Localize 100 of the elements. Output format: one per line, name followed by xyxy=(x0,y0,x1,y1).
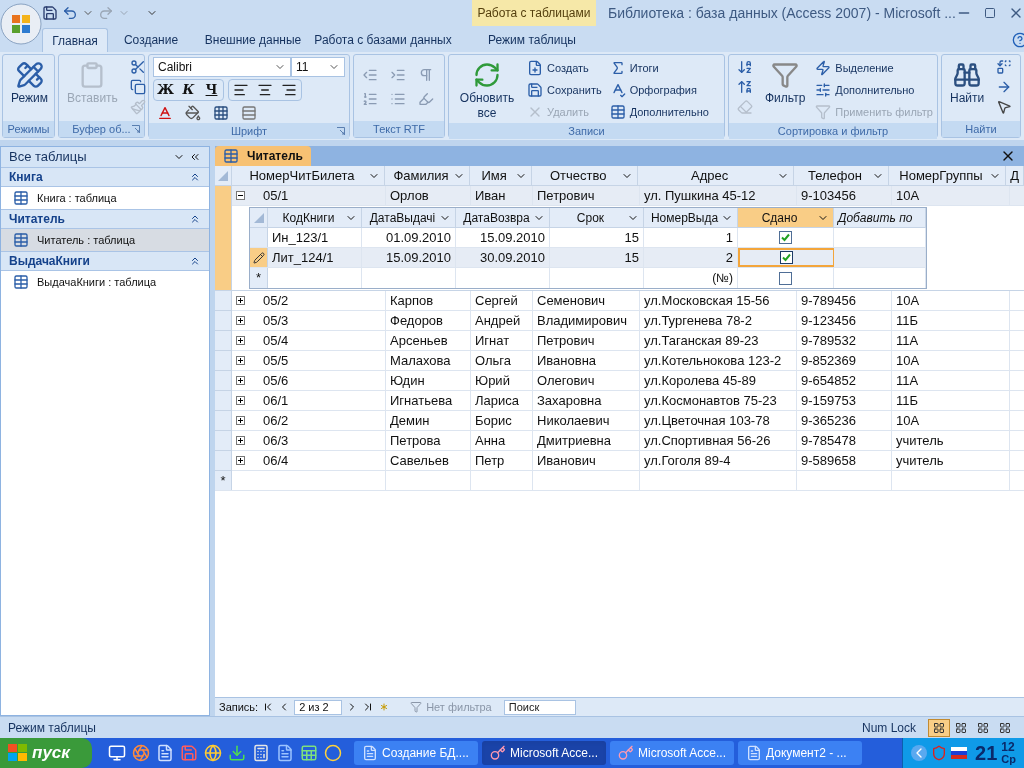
taskbar-button[interactable]: Создание БД.... xyxy=(354,741,478,765)
text-style-button[interactable]: Ж xyxy=(154,80,177,100)
text-style-button[interactable]: К xyxy=(177,80,200,100)
ribbon-tab[interactable]: Создание xyxy=(108,28,194,52)
view-button[interactable] xyxy=(928,718,950,737)
find-button[interactable]: Найти xyxy=(946,57,989,106)
sort-ascending-icon[interactable] xyxy=(737,59,753,75)
row-selector[interactable] xyxy=(250,248,268,267)
column-header[interactable]: Добавить по xyxy=(834,208,926,227)
taskbar-button[interactable]: Документ2 - ... xyxy=(738,741,862,765)
collapse-group-icon[interactable] xyxy=(189,255,201,267)
replace-icon[interactable] xyxy=(996,59,1013,75)
expand-icon[interactable] xyxy=(236,456,245,465)
expand-icon[interactable] xyxy=(236,436,245,445)
ribbon-tab[interactable]: Внешние данные xyxy=(194,28,312,52)
ribbon-tab[interactable]: Главная xyxy=(42,28,108,52)
key-icon xyxy=(618,745,634,761)
bullet-list-icon[interactable] xyxy=(390,91,406,107)
column-header[interactable]: Телефон xyxy=(794,166,889,185)
font-select[interactable]: Calibri xyxy=(153,57,291,77)
advanced-filter-button[interactable]: Дополнительно xyxy=(813,79,917,101)
column-header[interactable]: НомерЧитБилета xyxy=(231,166,386,185)
view-mode-button[interactable]: Режим xyxy=(7,57,52,106)
numbered-list-icon[interactable] xyxy=(362,91,378,107)
save-record-button[interactable]: Сохранить xyxy=(525,79,604,101)
dialog-launcher-icon[interactable] xyxy=(337,127,345,135)
start-button[interactable]: пуск xyxy=(0,738,92,768)
record-position-field[interactable]: 2 из 2 xyxy=(294,699,343,715)
taskbar-button[interactable]: Microsoft Acce... xyxy=(482,741,606,765)
column-header[interactable]: Д xyxy=(1006,166,1024,185)
fill-color-icon[interactable] xyxy=(185,105,201,121)
column-header[interactable]: Срок xyxy=(550,208,644,227)
show-hidden-icons[interactable] xyxy=(911,745,928,761)
highlighter-icon[interactable] xyxy=(418,91,434,107)
save-icon[interactable] xyxy=(42,5,58,21)
table-cell-text: 05/4 xyxy=(263,331,289,350)
cut-icon[interactable] xyxy=(129,59,146,75)
checkbox[interactable] xyxy=(779,231,792,244)
search-field[interactable]: Поиск xyxy=(503,699,576,715)
column-header[interactable]: Фамилия xyxy=(385,166,470,185)
expand-icon[interactable] xyxy=(236,376,245,385)
expand-icon[interactable] xyxy=(236,296,245,305)
collapse-pane-icon[interactable] xyxy=(189,151,201,163)
column-header[interactable]: Имя xyxy=(469,166,532,185)
column-header[interactable]: НомерГруппы xyxy=(888,166,1007,185)
ribbon-tab[interactable]: Работа с базами данных xyxy=(312,28,454,52)
expand-icon[interactable] xyxy=(236,316,245,325)
alternate-rows-icon[interactable] xyxy=(241,105,257,121)
nav-item[interactable]: Читатель : таблица xyxy=(1,229,209,251)
spelling-button[interactable]: Орфография xyxy=(607,79,699,101)
document-tab[interactable]: Читатель xyxy=(215,146,311,166)
nav-item[interactable]: Книга : таблица xyxy=(1,187,209,209)
align-left-icon[interactable] xyxy=(233,82,249,98)
table-cell-text: Иванович xyxy=(537,451,596,470)
nav-group-header[interactable]: Книга xyxy=(9,168,43,186)
redo-icon[interactable] xyxy=(98,5,114,21)
collapse-group-icon[interactable] xyxy=(189,213,201,225)
align-center-icon[interactable] xyxy=(257,82,273,98)
column-header[interactable]: ДатаВозвра xyxy=(456,208,550,227)
undo-icon[interactable] xyxy=(62,5,78,21)
column-header[interactable]: Адрес xyxy=(638,166,795,185)
filter-button[interactable]: Фильтр xyxy=(761,57,810,106)
help-icon[interactable] xyxy=(1011,32,1024,48)
font-size-select[interactable]: 11 xyxy=(291,57,345,77)
dialog-launcher-icon[interactable] xyxy=(132,125,140,133)
collapse-group-icon[interactable] xyxy=(189,171,201,183)
sort-descending-icon[interactable] xyxy=(737,79,753,95)
pilcrow-icon[interactable] xyxy=(418,67,434,83)
pointer-icon[interactable] xyxy=(996,99,1013,115)
copy-icon[interactable] xyxy=(129,79,146,95)
nav-item[interactable]: ВыдачаКниги : таблица xyxy=(1,271,209,293)
font-color-icon[interactable] xyxy=(157,105,173,121)
column-header[interactable]: ДатаВыдачі xyxy=(362,208,456,227)
align-right-icon[interactable] xyxy=(281,82,297,98)
column-header[interactable]: КодКниги xyxy=(268,208,362,227)
table-cell: 15.09.2010 xyxy=(456,228,550,247)
table-cell-text: Игнатьева xyxy=(390,391,453,410)
taskbar-button[interactable]: Microsoft Acce... xyxy=(610,741,734,765)
collapse-icon[interactable] xyxy=(236,191,245,200)
totals-button[interactable]: Итоги xyxy=(607,57,661,79)
more-button[interactable]: Дополнительно xyxy=(607,101,711,123)
indent-increase-icon[interactable] xyxy=(390,67,406,83)
checkbox[interactable] xyxy=(779,271,792,285)
expand-icon[interactable] xyxy=(236,356,245,365)
office-button[interactable] xyxy=(0,3,42,45)
gridlines-icon[interactable] xyxy=(213,105,229,121)
ribbon-tab[interactable]: Режим таблицы xyxy=(470,28,594,52)
expand-icon[interactable] xyxy=(236,416,245,425)
column-header[interactable]: Сдано xyxy=(738,208,834,227)
selection-button[interactable]: Выделение xyxy=(813,57,896,79)
refresh-button[interactable]: Обновить все xyxy=(453,57,521,121)
expand-icon[interactable] xyxy=(236,336,245,345)
checkbox[interactable] xyxy=(780,251,793,264)
flag-icon[interactable] xyxy=(951,747,968,759)
text-style-button[interactable]: Ч xyxy=(200,80,223,100)
indent-decrease-icon[interactable] xyxy=(362,67,378,83)
new-record-button[interactable]: Создать xyxy=(525,57,591,79)
restore-icon[interactable] xyxy=(983,7,996,19)
column-header[interactable]: Отчество xyxy=(531,166,638,185)
expand-icon[interactable] xyxy=(236,396,245,405)
